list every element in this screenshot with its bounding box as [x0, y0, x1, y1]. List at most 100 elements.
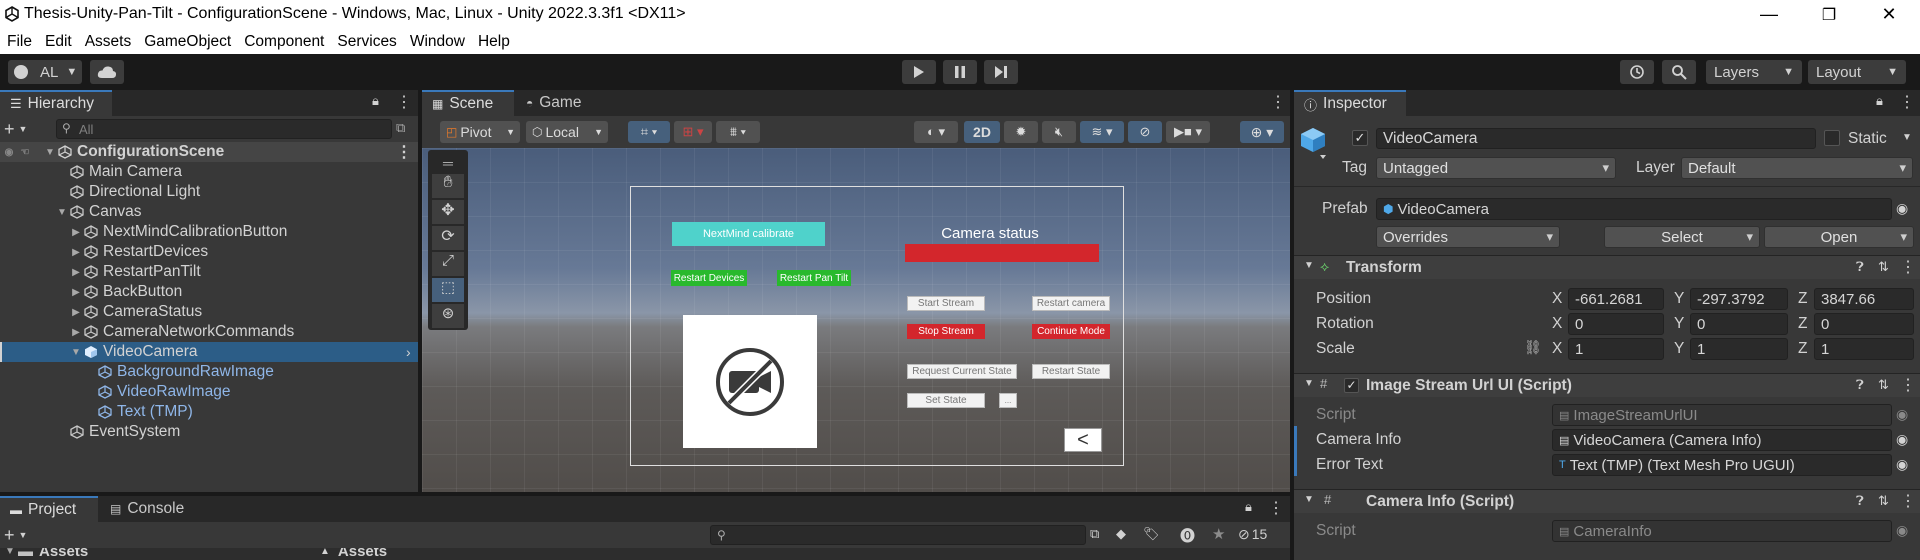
draw-mode-button[interactable]: ◐ ▾ — [914, 121, 958, 143]
open-button[interactable]: Open — [1764, 226, 1914, 248]
add-button[interactable]: + ▼ — [4, 118, 34, 140]
image-stream-header[interactable]: ▼ # ✓ Image Stream Url UI (Script) ❓︎ ⇅ … — [1294, 373, 1920, 397]
scene-root-row[interactable]: ◉ ☜ ▼ ConfigurationScene ⋮ — [0, 142, 418, 162]
assets-tree-root[interactable]: ▼ ▬ Assets — [4, 548, 88, 560]
scale-tool-icon[interactable]: ⤢ — [432, 252, 464, 276]
tab-scene[interactable]: ▦ Scene — [422, 90, 514, 116]
help-icon[interactable]: ❓︎ — [1856, 259, 1864, 275]
search-by-type-icon[interactable]: ◆ — [1116, 526, 1126, 542]
rotation-y-input[interactable]: 0 — [1690, 313, 1788, 335]
hierarchy-item[interactable]: BackgroundRawImage — [0, 362, 418, 382]
back-button[interactable]: < — [1064, 428, 1102, 452]
warning-icon[interactable]: ⓿ — [1180, 525, 1195, 546]
layer-dropdown[interactable]: Default — [1681, 157, 1913, 179]
tab-inspector[interactable]: ⓘ Inspector — [1294, 90, 1406, 116]
lock-icon[interactable]: 🔒︎ — [1876, 93, 1883, 109]
position-x-input[interactable]: -661.2681 — [1568, 288, 1664, 310]
more-menu-icon[interactable]: ⋮ — [1900, 257, 1916, 277]
pickable-icon[interactable]: ☜ — [18, 147, 32, 158]
object-picker-icon[interactable]: ◉ — [1896, 431, 1908, 448]
expand-caret-icon[interactable]: ▼ — [70, 347, 82, 358]
nextmind-calibrate-button[interactable]: NextMind calibrate — [672, 222, 825, 246]
search-options-icon[interactable]: ⧉ — [396, 120, 405, 136]
more-menu-icon[interactable]: ⋮ — [1900, 491, 1916, 511]
component-enabled-checkbox[interactable]: ✓ — [1344, 378, 1359, 393]
request-current-state-button[interactable]: Request Current State — [907, 364, 1017, 379]
error-text-field[interactable]: T Text (TMP) (Text Mesh Pro UGUI) — [1552, 454, 1892, 476]
camera-settings-button[interactable]: ▶■ ▾ — [1166, 121, 1210, 143]
hierarchy-item[interactable]: ▶ CameraNetworkCommands — [0, 322, 418, 342]
hand-tool-icon[interactable]: ✋︎ — [432, 174, 464, 198]
help-icon[interactable]: ❓︎ — [1856, 377, 1864, 393]
search-button[interactable] — [1662, 60, 1696, 84]
increment-snap-button[interactable]: ⩩ ▾ — [716, 121, 760, 143]
lighting-toggle-button[interactable]: ✹ — [1004, 121, 1038, 143]
transform-header[interactable]: ▼ ⟡ Transform ❓︎ ⇅ ⋮ — [1294, 255, 1920, 279]
tab-game[interactable]: ◓ Game — [516, 90, 600, 116]
select-button[interactable]: Select — [1604, 226, 1760, 248]
more-menu-icon[interactable]: ⋮ — [1900, 375, 1916, 395]
restart-state-button[interactable]: Restart State — [1032, 364, 1110, 379]
visibility-icon[interactable]: ◉ — [0, 147, 18, 158]
more-menu-icon[interactable]: ⋮ — [1270, 92, 1286, 112]
preset-icon[interactable]: ⇅ — [1878, 259, 1889, 275]
preset-icon[interactable]: ⇅ — [1878, 377, 1889, 393]
gizmos-button[interactable]: ⊕ ▾ — [1240, 121, 1284, 143]
expand-caret-icon[interactable]: ▶ — [70, 307, 82, 318]
menu-help[interactable]: Help — [478, 33, 510, 51]
tab-console[interactable]: ▤ Console — [100, 496, 196, 522]
hierarchy-item[interactable]: ▼ Canvas — [0, 202, 418, 222]
audio-toggle-button[interactable]: 🔇︎ — [1042, 121, 1076, 143]
search-by-type-icon[interactable]: ⧉ — [1090, 526, 1099, 542]
tag-dropdown[interactable]: Untagged — [1376, 157, 1616, 179]
stop-stream-button[interactable]: Stop Stream — [907, 324, 985, 339]
project-search-input[interactable]: ⚲ — [710, 525, 1086, 545]
static-checkbox[interactable] — [1824, 130, 1840, 146]
hierarchy-item[interactable]: ▶ RestartPanTilt — [0, 262, 418, 282]
hierarchy-search-input[interactable]: ⚲ All — [56, 119, 392, 139]
local-dropdown[interactable]: ⬡ Local ▼ — [526, 121, 608, 143]
pause-button[interactable] — [943, 60, 977, 84]
scale-y-input[interactable]: 1 — [1690, 338, 1788, 360]
restart-camera-button[interactable]: Restart camera — [1032, 296, 1110, 311]
rotate-tool-icon[interactable]: ⟳ — [432, 226, 464, 250]
minimize-button[interactable]: — — [1746, 0, 1792, 29]
more-menu-icon[interactable]: ⋮ — [1899, 92, 1915, 112]
2d-toggle-button[interactable]: 2D — [964, 121, 1000, 143]
cloud-button[interactable] — [90, 60, 124, 84]
play-button[interactable] — [902, 60, 936, 84]
hierarchy-item[interactable]: ▶ CameraStatus — [0, 302, 418, 322]
label-icon[interactable]: 🏷︎ — [1143, 526, 1160, 542]
position-y-input[interactable]: -297.3792 — [1690, 288, 1788, 310]
expand-caret-icon[interactable]: ▼ — [56, 207, 68, 218]
hierarchy-item[interactable]: ▶ BackButton — [0, 282, 418, 302]
menu-services[interactable]: Services — [337, 33, 396, 51]
favorite-star-icon[interactable]: ★ — [1212, 525, 1225, 543]
pivot-dropdown[interactable]: ◰ Pivot ▼ — [440, 121, 520, 143]
rect-tool-icon[interactable]: ⬚ — [432, 278, 464, 302]
restart-pan-tilt-button[interactable]: Restart Pan Tilt — [777, 270, 851, 286]
menu-edit[interactable]: Edit — [45, 33, 72, 51]
tab-hierarchy[interactable]: ☰ Hierarchy — [0, 90, 112, 116]
hierarchy-item[interactable]: ▼ VideoCamera › — [0, 342, 418, 362]
overrides-dropdown[interactable]: Overrides — [1376, 226, 1560, 248]
history-button[interactable] — [1620, 60, 1654, 84]
hierarchy-item[interactable]: ▶ NextMindCalibrationButton — [0, 222, 418, 242]
preset-icon[interactable]: ⇅ — [1878, 493, 1889, 509]
continue-mode-button[interactable]: Continue Mode — [1032, 324, 1110, 339]
expand-caret-icon[interactable]: ▶ — [70, 267, 82, 278]
set-state-button[interactable]: Set State — [907, 393, 985, 408]
chevron-right-icon[interactable]: › — [406, 344, 411, 360]
state-input-field[interactable]: ... — [999, 393, 1017, 408]
hidden-objects-button[interactable]: ⊘ — [1128, 121, 1162, 143]
camera-info-field[interactable]: ▤ VideoCamera (Camera Info) — [1552, 429, 1892, 451]
effects-button[interactable]: ≋ ▾ — [1080, 121, 1124, 143]
move-tool-icon[interactable]: ✥ — [432, 200, 464, 224]
menu-component[interactable]: Component — [244, 33, 324, 51]
position-z-input[interactable]: 3847.66 — [1814, 288, 1914, 310]
camera-info-header[interactable]: ▼ # Camera Info (Script) ❓︎ ⇅ ⋮ — [1294, 489, 1920, 513]
scale-x-input[interactable]: 1 — [1568, 338, 1664, 360]
close-button[interactable]: ✕ — [1866, 0, 1912, 29]
grid-visibility-button[interactable]: ⊞ ▾ — [674, 121, 712, 143]
constrain-proportions-icon[interactable]: ⛓︎ — [1524, 339, 1542, 356]
